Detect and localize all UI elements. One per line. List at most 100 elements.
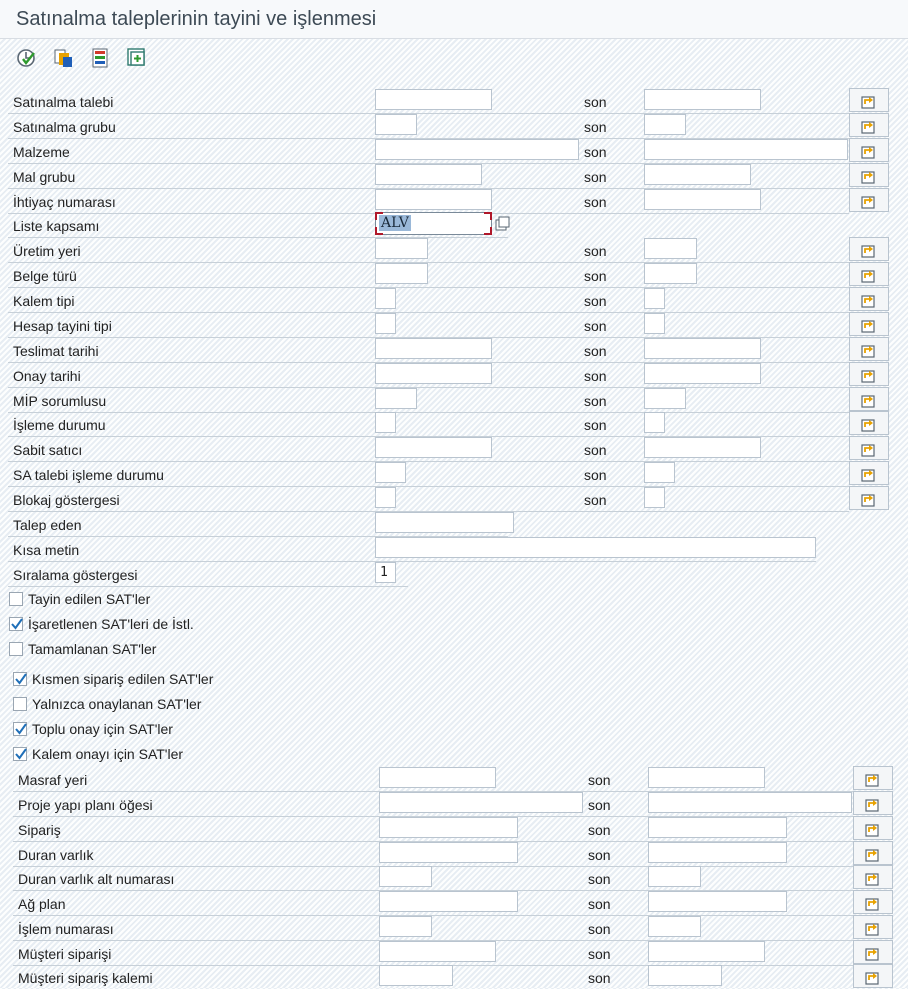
hesap-tayini-tipi-from-input[interactable] xyxy=(375,313,396,334)
multiple-selection-icon xyxy=(861,392,879,408)
multiple-selection-button[interactable] xyxy=(849,337,889,361)
field-row-masraf-yeri: Masraf yeri son xyxy=(13,766,893,792)
malzeme-from-input[interactable] xyxy=(375,139,579,160)
multiple-selection-icon xyxy=(865,945,883,961)
value-help-icon[interactable] xyxy=(495,216,511,235)
range-to-label: son xyxy=(584,467,607,483)
masraf-yeri-to-input[interactable] xyxy=(648,767,765,788)
multiple-selection-button[interactable] xyxy=(853,841,893,865)
isleme-durumu-to-input[interactable] xyxy=(644,412,665,433)
multiple-selection-button[interactable] xyxy=(849,237,889,261)
multiple-selection-button[interactable] xyxy=(849,163,889,187)
hesap-tayini-tipi-to-input[interactable] xyxy=(644,313,665,334)
blokaj-gostergesi-from-input[interactable] xyxy=(375,487,396,508)
belge-turu-from-input[interactable] xyxy=(375,263,428,284)
satinalma-talebi-to-input[interactable] xyxy=(644,89,761,110)
multiple-selection-button[interactable] xyxy=(849,436,889,460)
uretim-yeri-from-input[interactable] xyxy=(375,238,428,259)
multiple-selection-icon xyxy=(861,143,879,159)
ag-plan-from-input[interactable] xyxy=(379,891,518,912)
masraf-yeri-from-input[interactable] xyxy=(379,767,496,788)
musteri-siparis-kalemi-to-input[interactable] xyxy=(648,965,722,986)
proje-yapi-plani-ogesi-to-input[interactable] xyxy=(648,792,852,813)
get-variant-icon[interactable] xyxy=(53,47,75,69)
multiple-selection-button[interactable] xyxy=(853,940,893,964)
kalem-tipi-from-input[interactable] xyxy=(375,288,396,309)
multiple-selection-button[interactable] xyxy=(853,915,893,939)
multiple-selection-button[interactable] xyxy=(853,816,893,840)
satinalma-grubu-to-input[interactable] xyxy=(644,114,686,135)
musteri-siparisi-from-input[interactable] xyxy=(379,941,496,962)
kalem-tipi-to-input[interactable] xyxy=(644,288,665,309)
talep-eden-input[interactable] xyxy=(375,512,514,533)
kisa-metin-input[interactable] xyxy=(375,537,816,558)
duran-varlik-from-input[interactable] xyxy=(379,842,518,863)
musteri-siparisi-to-input[interactable] xyxy=(648,941,765,962)
checkbox-box[interactable] xyxy=(13,697,27,711)
multiple-selection-button[interactable] xyxy=(849,387,889,411)
mip-sorumlusu-from-input[interactable] xyxy=(375,388,417,409)
ag-plan-to-input[interactable] xyxy=(648,891,787,912)
execute-icon[interactable] xyxy=(15,47,37,69)
checkbox-box[interactable] xyxy=(13,672,27,686)
onay-tarihi-from-input[interactable] xyxy=(375,363,492,384)
ihtiyac-numarasi-from-input[interactable] xyxy=(375,189,492,210)
checkbox-box[interactable] xyxy=(9,617,23,631)
checkbox-box[interactable] xyxy=(13,722,27,736)
multiple-selection-button[interactable] xyxy=(849,461,889,485)
duran-varlik-to-input[interactable] xyxy=(648,842,787,863)
dynamic-selections-icon[interactable] xyxy=(126,47,148,69)
multiple-selection-button[interactable] xyxy=(849,486,889,510)
multiple-selection-button[interactable] xyxy=(849,287,889,311)
teslimat-tarihi-from-input[interactable] xyxy=(375,338,492,359)
belge-turu-to-input[interactable] xyxy=(644,263,697,284)
multiple-selection-button[interactable] xyxy=(849,312,889,336)
multiple-selection-button[interactable] xyxy=(853,865,893,889)
teslimat-tarihi-to-input[interactable] xyxy=(644,338,761,359)
checkbox-box[interactable] xyxy=(9,642,23,656)
sa-talebi-isleme-durumu-from-input[interactable] xyxy=(375,462,406,483)
field-label: Duran varlık alt numarası xyxy=(18,871,175,887)
multiple-selection-button[interactable] xyxy=(849,262,889,286)
liste-kapsami-input[interactable]: ALV xyxy=(375,212,492,235)
satinalma-grubu-from-input[interactable] xyxy=(375,114,417,135)
siparis-from-input[interactable] xyxy=(379,817,518,838)
multiple-selection-button[interactable] xyxy=(849,88,889,112)
sabit-satici-from-input[interactable] xyxy=(375,437,492,458)
field-label: Belge türü xyxy=(13,268,77,284)
proje-yapi-plani-ogesi-from-input[interactable] xyxy=(379,792,583,813)
ihtiyac-numarasi-to-input[interactable] xyxy=(644,189,761,210)
multiple-selection-button[interactable] xyxy=(849,188,889,212)
field-row-islem-numarasi: İşlem numarası son xyxy=(13,915,893,941)
onay-tarihi-to-input[interactable] xyxy=(644,363,761,384)
satinalma-talebi-from-input[interactable] xyxy=(375,89,492,110)
duran-varlik-alt-numarasi-to-input[interactable] xyxy=(648,866,701,887)
mip-sorumlusu-to-input[interactable] xyxy=(644,388,686,409)
multiple-selection-button[interactable] xyxy=(853,766,893,790)
siralama-gostergesi-input[interactable]: 1 xyxy=(375,562,396,583)
uretim-yeri-to-input[interactable] xyxy=(644,238,697,259)
selection-options-icon[interactable] xyxy=(90,47,112,69)
multiple-selection-button[interactable] xyxy=(849,362,889,386)
multiple-selection-button[interactable] xyxy=(849,113,889,137)
multiple-selection-button[interactable] xyxy=(849,138,889,162)
mal-grubu-from-input[interactable] xyxy=(375,164,482,185)
multiple-selection-icon xyxy=(861,118,879,134)
multiple-selection-button[interactable] xyxy=(853,791,893,815)
isleme-durumu-from-input[interactable] xyxy=(375,412,396,433)
malzeme-to-input[interactable] xyxy=(644,139,848,160)
checkbox-box[interactable] xyxy=(9,592,23,606)
islem-numarasi-from-input[interactable] xyxy=(379,916,432,937)
blokaj-gostergesi-to-input[interactable] xyxy=(644,487,665,508)
checkbox-box[interactable] xyxy=(13,747,27,761)
multiple-selection-button[interactable] xyxy=(849,411,889,435)
sabit-satici-to-input[interactable] xyxy=(644,437,761,458)
duran-varlik-alt-numarasi-from-input[interactable] xyxy=(379,866,432,887)
multiple-selection-button[interactable] xyxy=(853,890,893,914)
islem-numarasi-to-input[interactable] xyxy=(648,916,701,937)
multiple-selection-button[interactable] xyxy=(853,964,893,988)
mal-grubu-to-input[interactable] xyxy=(644,164,751,185)
sa-talebi-isleme-durumu-to-input[interactable] xyxy=(644,462,675,483)
siparis-to-input[interactable] xyxy=(648,817,787,838)
musteri-siparis-kalemi-from-input[interactable] xyxy=(379,965,453,986)
